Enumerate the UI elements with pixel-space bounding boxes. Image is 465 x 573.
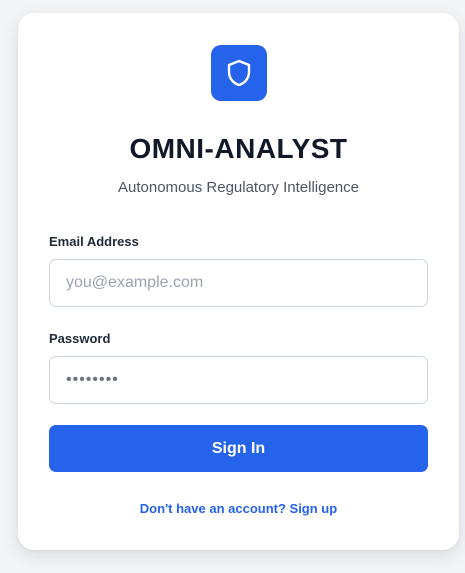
sign-in-button[interactable]: Sign In (49, 425, 428, 472)
password-field[interactable] (49, 356, 428, 404)
password-label: Password (49, 331, 111, 346)
app-subtitle: Autonomous Regulatory Intelligence (118, 179, 359, 196)
app-logo (211, 45, 267, 101)
email-field[interactable] (49, 259, 428, 307)
email-label: Email Address (49, 234, 139, 249)
shield-icon (226, 59, 252, 87)
login-card: OMNI-ANALYST Autonomous Regulatory Intel… (18, 13, 459, 550)
app-title: OMNI-ANALYST (129, 133, 348, 164)
sign-up-link[interactable]: Don't have an account? Sign up (18, 501, 459, 516)
